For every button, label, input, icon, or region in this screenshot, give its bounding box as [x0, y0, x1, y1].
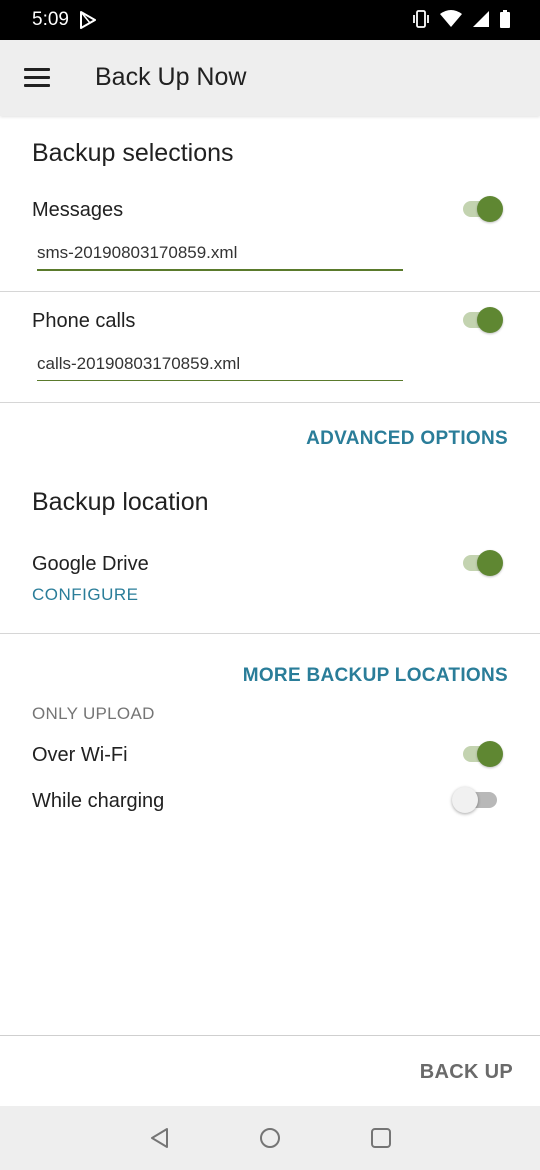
only-upload-caption: ONLY UPLOAD: [32, 704, 155, 723]
page-title: Back Up Now: [95, 63, 247, 91]
phone-calls-filename-field[interactable]: calls-20190803170859.xml: [37, 354, 403, 381]
back-up-button[interactable]: BACK UP: [420, 1061, 513, 1084]
divider: [0, 633, 540, 634]
navigation-bar: [0, 1106, 540, 1170]
messages-label: Messages: [32, 199, 124, 221]
vibrate-icon: [412, 9, 430, 34]
more-backup-locations-button[interactable]: MORE BACKUP LOCATIONS: [243, 665, 508, 687]
toolbar: Back Up Now: [0, 40, 540, 116]
over-wifi-label: Over Wi-Fi: [32, 744, 128, 766]
phone-calls-label: Phone calls: [32, 310, 136, 332]
google-drive-switch[interactable]: [461, 549, 505, 577]
over-wifi-switch[interactable]: [461, 740, 505, 768]
screen: 5:09 Back Up Now Backup selections Messa…: [0, 0, 540, 1170]
configure-button[interactable]: CONFIGURE: [32, 585, 139, 605]
while-charging-switch[interactable]: [452, 786, 505, 814]
home-icon[interactable]: [258, 1126, 282, 1150]
status-bar: 5:09: [0, 0, 540, 40]
while-charging-label: While charging: [32, 790, 165, 812]
play-store-icon: [80, 11, 96, 34]
phone-calls-switch[interactable]: [461, 306, 505, 334]
signal-icon: [472, 10, 490, 33]
messages-switch[interactable]: [461, 195, 505, 223]
wifi-icon: [440, 10, 462, 33]
menu-icon[interactable]: [24, 68, 50, 88]
status-time: 5:09: [32, 9, 69, 30]
advanced-options-button[interactable]: ADVANCED OPTIONS: [306, 428, 508, 450]
google-drive-label: Google Drive: [32, 553, 149, 575]
status-icons: [412, 9, 510, 34]
recents-icon[interactable]: [369, 1126, 393, 1150]
backup-selections-title: Backup selections: [32, 139, 234, 167]
back-icon[interactable]: [148, 1126, 172, 1150]
divider: [0, 291, 540, 292]
divider: [0, 402, 540, 403]
backup-location-title: Backup location: [32, 488, 209, 516]
messages-filename-field[interactable]: sms-20190803170859.xml: [37, 243, 403, 271]
divider: [0, 1035, 540, 1036]
battery-icon: [500, 10, 510, 33]
